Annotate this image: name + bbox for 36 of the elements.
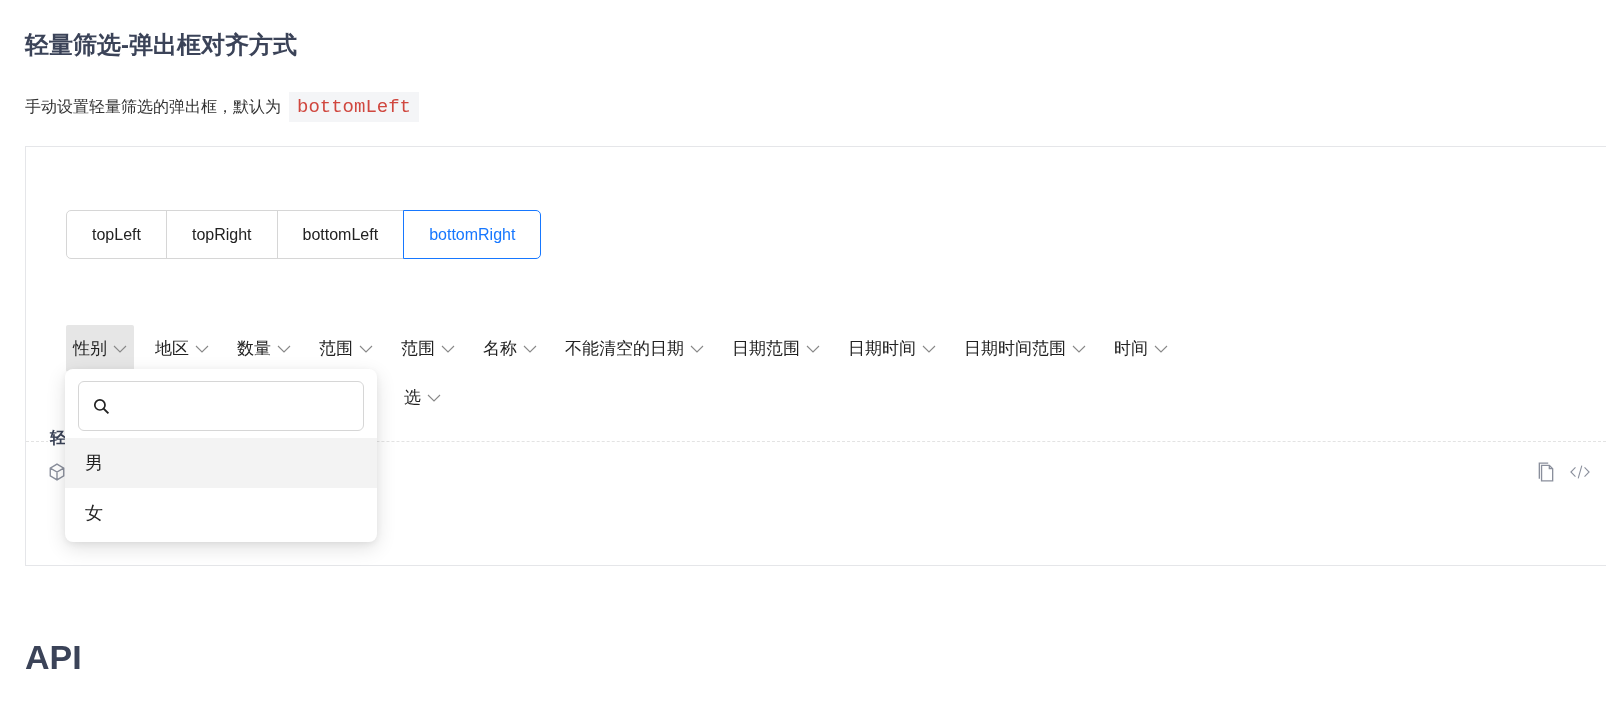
chevron-down-icon — [113, 344, 127, 353]
dropdown-option[interactable]: 男 — [65, 438, 377, 488]
placement-button[interactable]: bottomRight — [403, 210, 542, 259]
dropdown-option[interactable]: 女 — [65, 488, 377, 538]
filter-dropdown[interactable]: 日期时间 — [841, 325, 943, 372]
filter-dropdown[interactable]: 日期范围 — [725, 325, 827, 372]
chevron-down-icon — [277, 344, 291, 353]
chevron-down-icon — [523, 344, 537, 353]
search-field[interactable] — [78, 381, 364, 431]
chevron-down-icon — [359, 344, 373, 353]
filter-dropdown[interactable]: 日期时间范围 — [957, 325, 1093, 372]
description-text: 手动设置轻量筛选的弹出框，默认为 — [25, 96, 281, 117]
section-heading: API — [25, 638, 83, 677]
placement-button[interactable]: topLeft — [66, 210, 167, 259]
chevron-down-icon — [690, 344, 704, 353]
chevron-down-icon — [427, 393, 441, 402]
chevron-down-icon — [1072, 344, 1086, 353]
filter-dropdown[interactable]: 范围 — [394, 325, 462, 372]
filter-dropdown[interactable]: 选 — [397, 374, 448, 421]
placement-button[interactable]: bottomLeft — [276, 210, 405, 259]
chevron-down-icon — [1154, 344, 1168, 353]
copy-icon[interactable] — [1536, 462, 1556, 482]
demo-title: 轻 — [48, 428, 68, 449]
inline-code: bottomLeft — [289, 92, 420, 122]
chevron-down-icon — [195, 344, 209, 353]
filter-dropdown[interactable]: 性别 — [66, 325, 134, 372]
chevron-down-icon — [441, 344, 455, 353]
chevron-down-icon — [806, 344, 820, 353]
search-icon — [93, 397, 110, 415]
filter-dropdown[interactable]: 名称 — [476, 325, 544, 372]
placement-button[interactable]: topRight — [165, 210, 278, 259]
chevron-down-icon — [922, 344, 936, 353]
cube-icon[interactable] — [48, 463, 66, 481]
page-title: 轻量筛选-弹出框对齐方式 — [25, 30, 298, 60]
filter-dropdown[interactable]: 时间 — [1107, 325, 1175, 372]
filter-dropdown[interactable]: 不能清空的日期 — [558, 325, 711, 372]
